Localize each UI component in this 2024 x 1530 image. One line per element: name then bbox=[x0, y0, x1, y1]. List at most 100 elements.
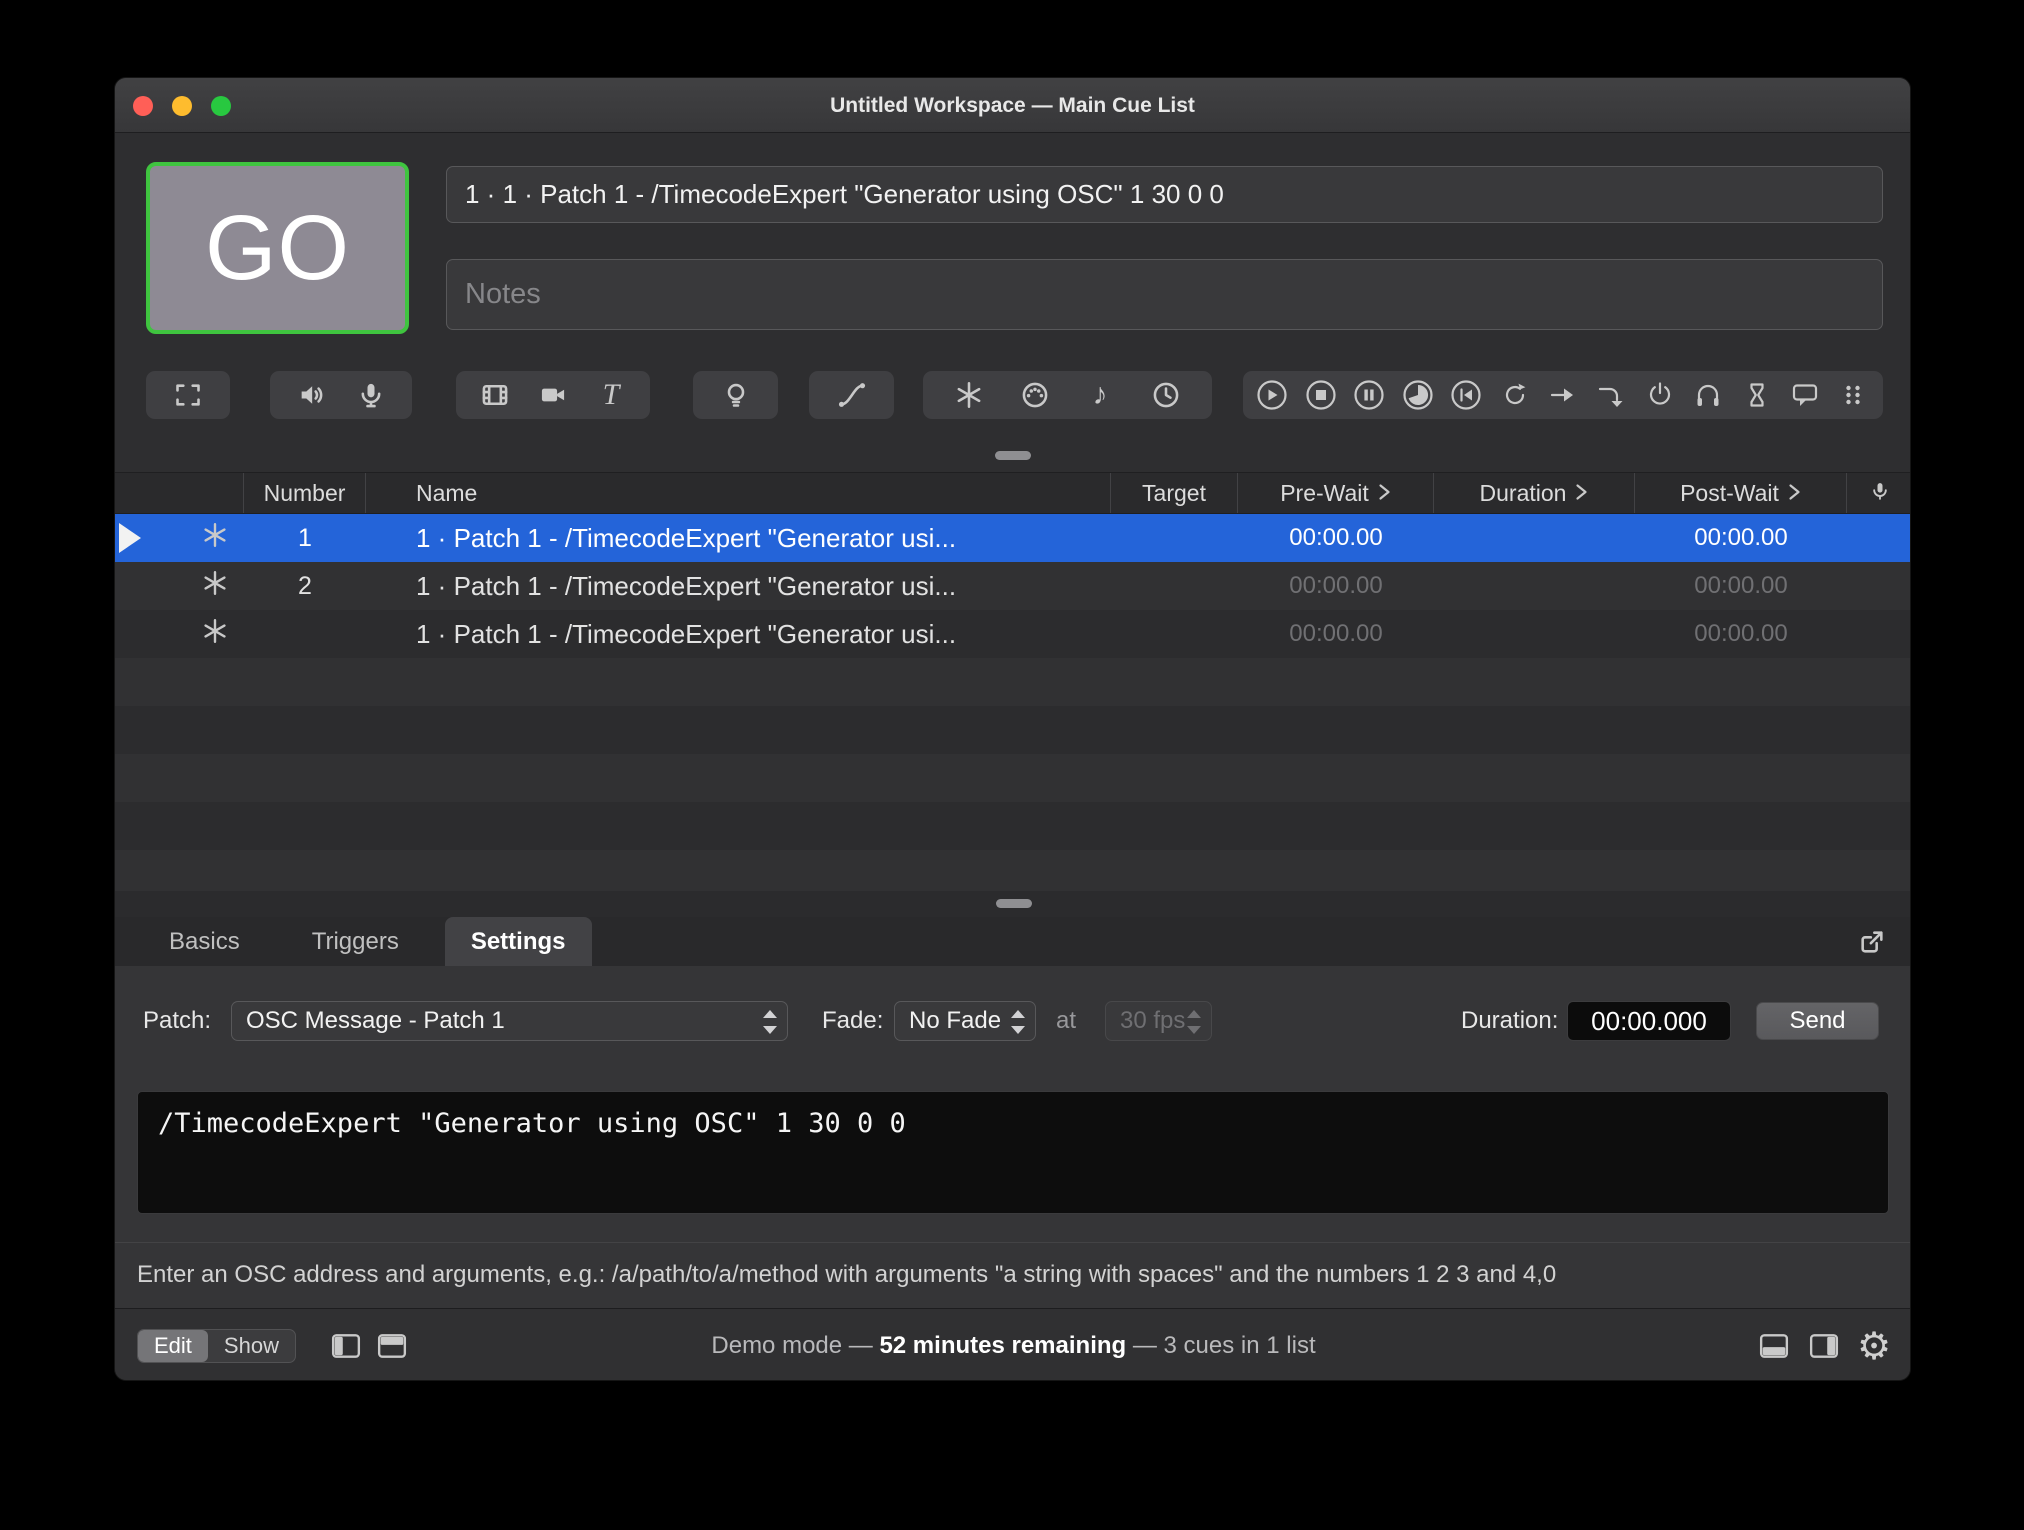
cue-duration bbox=[1434, 610, 1635, 658]
power-icon[interactable] bbox=[1641, 376, 1679, 414]
load-to-head-icon[interactable] bbox=[1447, 376, 1485, 414]
qlab-window: Untitled Workspace — Main Cue List GO 1 … bbox=[114, 77, 1911, 1381]
column-name[interactable]: Name bbox=[366, 473, 1111, 513]
status-bar: Edit Show Demo mode — 52 minutes remaini… bbox=[115, 1308, 1910, 1380]
fade-curve-icon[interactable] bbox=[833, 376, 871, 414]
cue-name: 1 · Patch 1 - /TimecodeExpert "Generator… bbox=[416, 618, 957, 649]
cue-duration bbox=[1434, 562, 1635, 610]
mic-icon bbox=[1870, 480, 1890, 507]
notes-field[interactable] bbox=[446, 259, 1883, 330]
pause-icon[interactable] bbox=[1350, 376, 1388, 414]
inspector-splitter-zone bbox=[115, 891, 1910, 917]
tab-settings[interactable]: Settings bbox=[444, 917, 592, 966]
column-target[interactable]: Target bbox=[1111, 473, 1238, 513]
cue-title-field[interactable]: 1 · 1 · Patch 1 - /TimecodeExpert "Gener… bbox=[446, 166, 1883, 223]
light-icon[interactable] bbox=[717, 376, 755, 414]
cue-list-header: Number Name Target Pre-Wait Duration Pos… bbox=[115, 472, 1910, 514]
cue-post-wait: 00:00.00 bbox=[1694, 572, 1788, 599]
edit-mode-button[interactable]: Edit bbox=[138, 1329, 208, 1362]
column-status bbox=[115, 473, 244, 513]
cue-target bbox=[1111, 514, 1238, 562]
stepper-icon bbox=[1187, 1009, 1201, 1035]
cue-row-1[interactable]: 1 1 · Patch 1 - /TimecodeExpert "Generat… bbox=[115, 514, 1910, 562]
cue-post-wait: 00:00.00 bbox=[1694, 620, 1788, 647]
cue-number bbox=[244, 610, 366, 658]
cue-pre-wait: 00:00.00 bbox=[1289, 620, 1383, 647]
cue-pre-wait: 00:00.00 bbox=[1289, 524, 1383, 551]
fade-select[interactable]: No Fade bbox=[894, 1001, 1036, 1041]
audition-headphones-icon[interactable] bbox=[1689, 376, 1727, 414]
timecode-clock-icon[interactable] bbox=[1147, 376, 1185, 414]
mic-icon[interactable] bbox=[352, 376, 390, 414]
cue-number: 2 bbox=[298, 571, 312, 600]
show-mode-button[interactable]: Show bbox=[208, 1330, 295, 1362]
toggle-top-panel-icon[interactable] bbox=[374, 1329, 410, 1363]
toggle-right-panel-icon[interactable] bbox=[1806, 1329, 1842, 1363]
edit-show-toggle: Edit Show bbox=[137, 1328, 296, 1363]
column-hotkey[interactable] bbox=[1847, 473, 1910, 513]
notes-bubble-icon[interactable] bbox=[1786, 376, 1824, 414]
duration-label: Duration: bbox=[1461, 1007, 1559, 1034]
reset-icon[interactable] bbox=[1496, 376, 1534, 414]
popout-inspector-icon[interactable] bbox=[1856, 926, 1888, 958]
text-icon[interactable]: T bbox=[592, 376, 630, 414]
cue-row-3[interactable]: 1 · Patch 1 - /TimecodeExpert "Generator… bbox=[115, 610, 1910, 658]
continue-icon[interactable] bbox=[1544, 376, 1582, 414]
column-pre-wait[interactable]: Pre-Wait bbox=[1238, 473, 1434, 513]
toolbar-group-fade bbox=[809, 371, 894, 419]
toggle-left-panel-icon[interactable] bbox=[328, 1329, 364, 1363]
tab-triggers[interactable]: Triggers bbox=[286, 917, 425, 966]
stop-icon[interactable] bbox=[1302, 376, 1340, 414]
chevron-right-icon bbox=[1378, 480, 1391, 507]
tab-basics[interactable]: Basics bbox=[143, 917, 266, 966]
demo-status-text: Demo mode — 52 minutes remaining — 3 cue… bbox=[711, 1331, 1316, 1359]
titlebar: Untitled Workspace — Main Cue List bbox=[115, 78, 1910, 133]
music-note-icon[interactable]: ♪ bbox=[1081, 376, 1119, 414]
display-icon[interactable] bbox=[169, 376, 207, 414]
overview-dots-icon[interactable] bbox=[1834, 376, 1872, 414]
toolbar-group-control: ♪ bbox=[923, 371, 1212, 419]
midi-icon[interactable] bbox=[1016, 376, 1054, 414]
cue-hotkey bbox=[1847, 514, 1910, 562]
list-splitter-handle[interactable] bbox=[994, 451, 1031, 460]
settings-gear-icon[interactable]: ⚙ bbox=[1856, 1327, 1892, 1365]
inspector-splitter-handle[interactable] bbox=[995, 899, 1032, 908]
wait-hourglass-icon[interactable] bbox=[1738, 376, 1776, 414]
toolbar-group-video: T bbox=[456, 371, 650, 419]
stepper-icon bbox=[763, 1009, 777, 1035]
cue-pre-wait: 00:00.00 bbox=[1289, 572, 1383, 599]
patch-select[interactable]: OSC Message - Patch 1 bbox=[231, 1001, 788, 1041]
toolbar-group-audio bbox=[270, 371, 412, 419]
column-duration[interactable]: Duration bbox=[1434, 473, 1635, 513]
at-label: at bbox=[1056, 1007, 1077, 1034]
chevron-right-icon bbox=[1788, 480, 1801, 507]
cue-row-2[interactable]: 2 1 · Patch 1 - /TimecodeExpert "Generat… bbox=[115, 562, 1910, 610]
cue-hotkey bbox=[1847, 610, 1910, 658]
stepper-icon bbox=[1011, 1009, 1025, 1035]
network-icon[interactable] bbox=[950, 376, 988, 414]
inspector-tabbar: Basics Triggers Settings bbox=[115, 917, 1910, 966]
film-icon[interactable] bbox=[476, 376, 514, 414]
osc-help-text: Enter an OSC address and arguments, e.g.… bbox=[115, 1242, 1910, 1308]
cue-target bbox=[1111, 610, 1238, 658]
go-button[interactable]: GO bbox=[146, 162, 409, 334]
cue-hotkey bbox=[1847, 562, 1910, 610]
settings-panel: Patch: OSC Message - Patch 1 Fade: No Fa… bbox=[115, 966, 1910, 1242]
panic-icon[interactable] bbox=[1399, 376, 1437, 414]
column-number[interactable]: Number bbox=[244, 473, 366, 513]
devamp-icon[interactable] bbox=[1592, 376, 1630, 414]
duration-field[interactable]: 00:00.000 bbox=[1567, 1001, 1731, 1041]
send-button[interactable]: Send bbox=[1756, 1002, 1879, 1040]
camera-icon[interactable] bbox=[534, 376, 572, 414]
toggle-bottom-panel-icon[interactable] bbox=[1756, 1329, 1792, 1363]
column-post-wait[interactable]: Post-Wait bbox=[1635, 473, 1847, 513]
network-cue-icon bbox=[202, 522, 228, 555]
cue-name: 1 · Patch 1 - /TimecodeExpert "Generator… bbox=[416, 522, 957, 553]
cue-list-empty-area[interactable] bbox=[115, 658, 1910, 891]
osc-message-textarea[interactable]: /TimecodeExpert "Generator using OSC" 1 … bbox=[137, 1091, 1889, 1214]
fade-label: Fade: bbox=[822, 1007, 884, 1034]
play-icon[interactable] bbox=[1253, 376, 1291, 414]
cue-duration bbox=[1434, 514, 1635, 562]
speaker-icon[interactable] bbox=[292, 376, 330, 414]
cue-post-wait: 00:00.00 bbox=[1694, 524, 1788, 551]
